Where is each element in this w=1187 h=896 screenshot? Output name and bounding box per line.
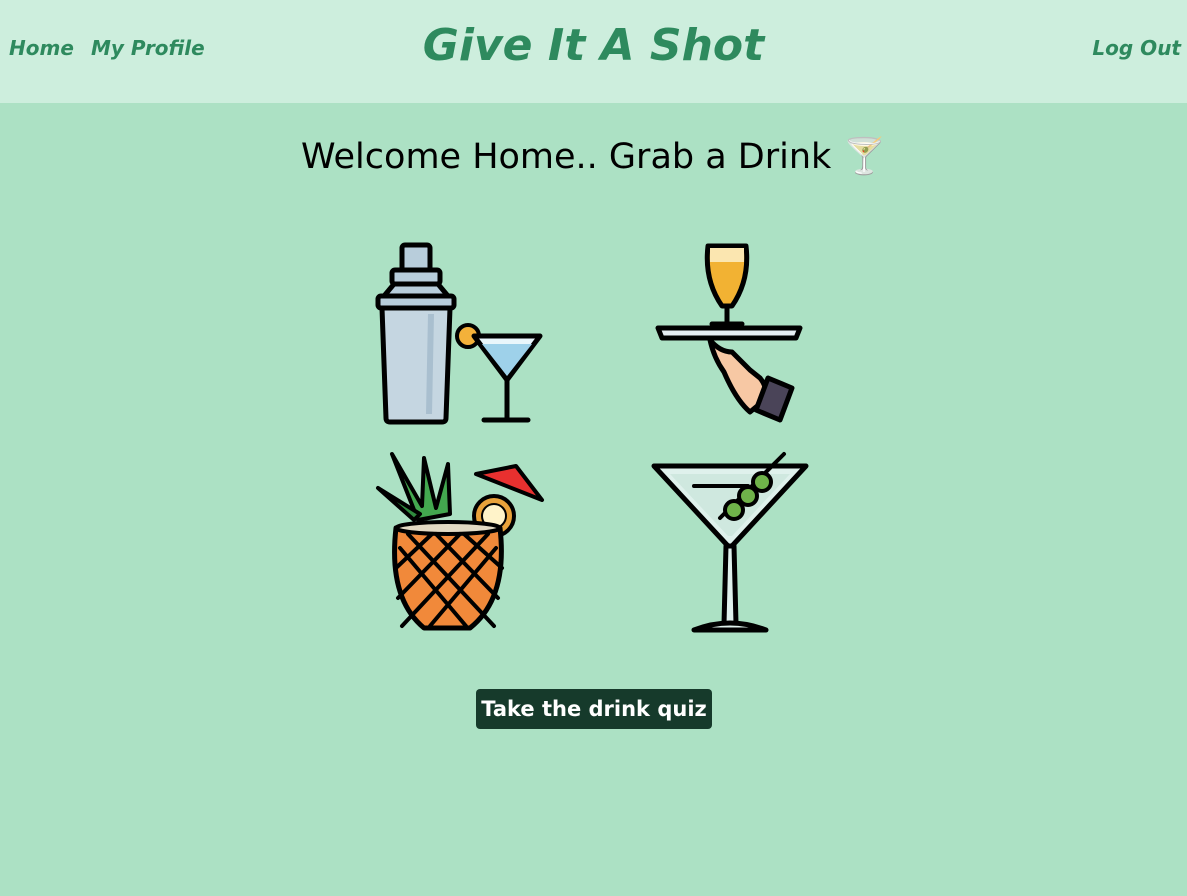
drink-tray-tile[interactable] bbox=[650, 240, 810, 430]
pineapple-cocktail-tile[interactable] bbox=[370, 448, 550, 638]
nav-log-out-link[interactable]: Log Out bbox=[1092, 36, 1181, 60]
cocktail-shaker-icon bbox=[375, 242, 543, 425]
take-drink-quiz-button[interactable]: Take the drink quiz bbox=[476, 689, 712, 729]
site-title: Give It A Shot bbox=[422, 20, 765, 71]
welcome-heading: Welcome Home.. Grab a Drink 🍸 bbox=[300, 137, 887, 177]
martini-olives-icon bbox=[651, 452, 809, 633]
martini-olives-tile[interactable] bbox=[650, 448, 810, 638]
top-nav-bar: Home My Profile Give It A Shot Log Out bbox=[0, 0, 1187, 103]
pineapple-cocktail-icon bbox=[376, 452, 544, 631]
drink-tray-icon bbox=[655, 243, 803, 423]
cocktail-shaker-tile[interactable] bbox=[370, 240, 550, 430]
